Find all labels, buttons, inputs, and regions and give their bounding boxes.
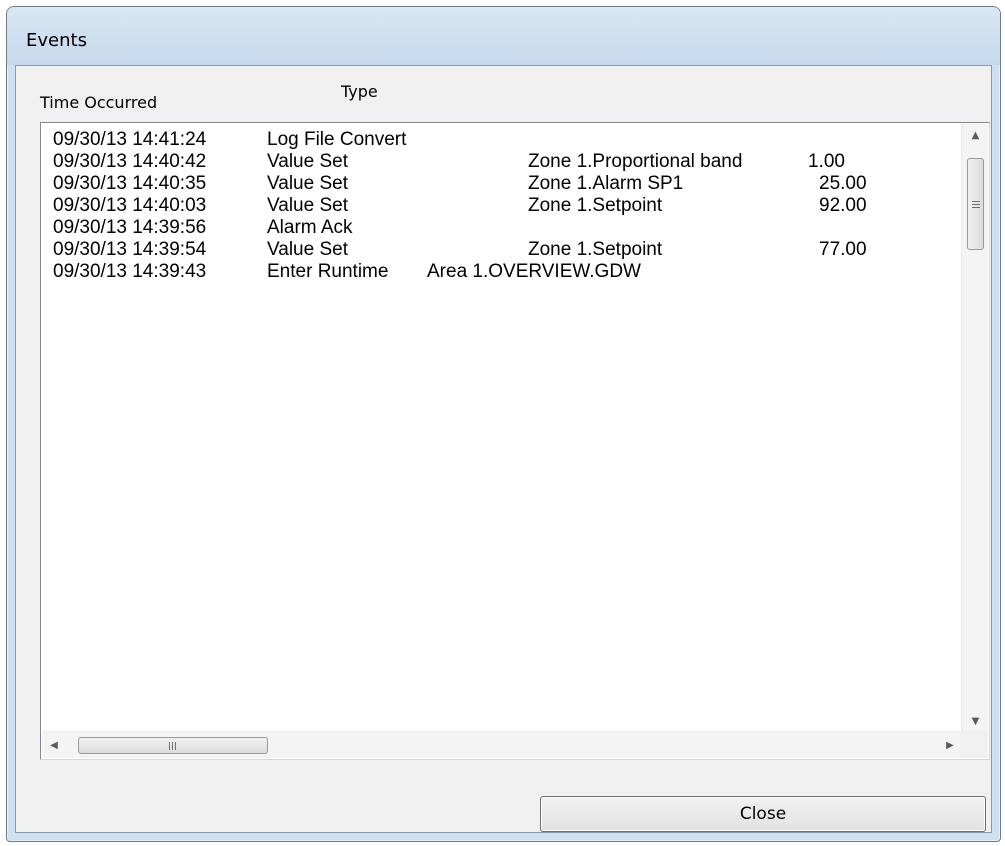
event-type: Value Set bbox=[267, 173, 348, 194]
event-row[interactable]: 09/30/13 14:40:42 Value Set Zone 1.Propo… bbox=[53, 151, 953, 173]
grip-line bbox=[175, 742, 176, 750]
event-tag: Zone 1.Setpoint bbox=[528, 239, 663, 260]
event-row[interactable]: 09/30/13 14:40:35 Value Set Zone 1.Alarm… bbox=[53, 173, 953, 195]
grip-line bbox=[172, 742, 173, 750]
grip-line bbox=[972, 204, 980, 205]
event-tag: Zone 1.Setpoint bbox=[528, 195, 663, 216]
event-type: Enter Runtime bbox=[267, 261, 389, 282]
event-time: 09/30/13 14:39:43 bbox=[53, 261, 207, 282]
scroll-up-icon[interactable]: ▲ bbox=[962, 124, 989, 148]
events-window: Events Time Occurred Type 09/30/13 14:41… bbox=[6, 6, 1001, 842]
event-row[interactable]: 09/30/13 14:39:54 Value Set Zone 1.Setpo… bbox=[53, 239, 953, 261]
event-row[interactable]: 09/30/13 14:40:03 Value Set Zone 1.Setpo… bbox=[53, 195, 953, 217]
scroll-right-icon[interactable]: ▶ bbox=[938, 732, 962, 759]
event-row[interactable]: 09/30/13 14:39:43 Enter Runtime Area 1.O… bbox=[53, 261, 953, 283]
event-area: Area 1.OVERVIEW.GDW bbox=[427, 261, 641, 282]
event-type: Value Set bbox=[267, 239, 348, 260]
event-type: Value Set bbox=[267, 195, 348, 216]
column-header-type: Type bbox=[341, 82, 378, 101]
grip-line bbox=[972, 201, 980, 202]
dialog-client-area: Time Occurred Type 09/30/13 14:41:24 Log… bbox=[15, 65, 992, 833]
grip-line bbox=[972, 207, 980, 208]
title-bar[interactable]: Events bbox=[7, 7, 1000, 65]
horizontal-scroll-thumb[interactable] bbox=[78, 737, 268, 754]
event-row[interactable]: 09/30/13 14:39:56 Alarm Ack bbox=[53, 217, 953, 239]
event-time: 09/30/13 14:40:42 bbox=[53, 151, 207, 172]
scroll-left-icon[interactable]: ◀ bbox=[42, 732, 66, 759]
column-header-time-occurred: Time Occurred bbox=[40, 93, 158, 112]
scrollbar-corner bbox=[960, 731, 988, 758]
vertical-scroll-thumb[interactable] bbox=[967, 158, 984, 250]
event-tag: Zone 1.Proportional band bbox=[528, 151, 743, 172]
event-time: 09/30/13 14:40:03 bbox=[53, 195, 207, 216]
event-row[interactable]: 09/30/13 14:41:24 Log File Convert bbox=[53, 129, 953, 151]
event-tag: Zone 1.Alarm SP1 bbox=[528, 173, 684, 194]
event-value: 92.00 bbox=[819, 195, 867, 216]
event-time: 09/30/13 14:40:35 bbox=[53, 173, 207, 194]
event-type: Alarm Ack bbox=[267, 217, 353, 238]
events-list[interactable]: 09/30/13 14:41:24 Log File Convert 09/30… bbox=[40, 122, 990, 760]
event-value: 25.00 bbox=[819, 173, 867, 194]
event-time: 09/30/13 14:39:56 bbox=[53, 217, 207, 238]
event-type: Value Set bbox=[267, 151, 348, 172]
vertical-scrollbar[interactable]: ▲ ▼ bbox=[961, 124, 988, 734]
event-value: 77.00 bbox=[819, 239, 867, 260]
grip-line bbox=[169, 742, 170, 750]
event-type: Log File Convert bbox=[267, 129, 407, 150]
event-value: 1.00 bbox=[808, 151, 845, 172]
horizontal-scrollbar[interactable]: ◀ ▶ bbox=[42, 731, 962, 758]
events-list-content: 09/30/13 14:41:24 Log File Convert 09/30… bbox=[53, 129, 953, 729]
event-time: 09/30/13 14:39:54 bbox=[53, 239, 207, 260]
close-button[interactable]: Close bbox=[540, 796, 986, 832]
event-time: 09/30/13 14:41:24 bbox=[53, 129, 207, 150]
window-title: Events bbox=[26, 30, 87, 51]
